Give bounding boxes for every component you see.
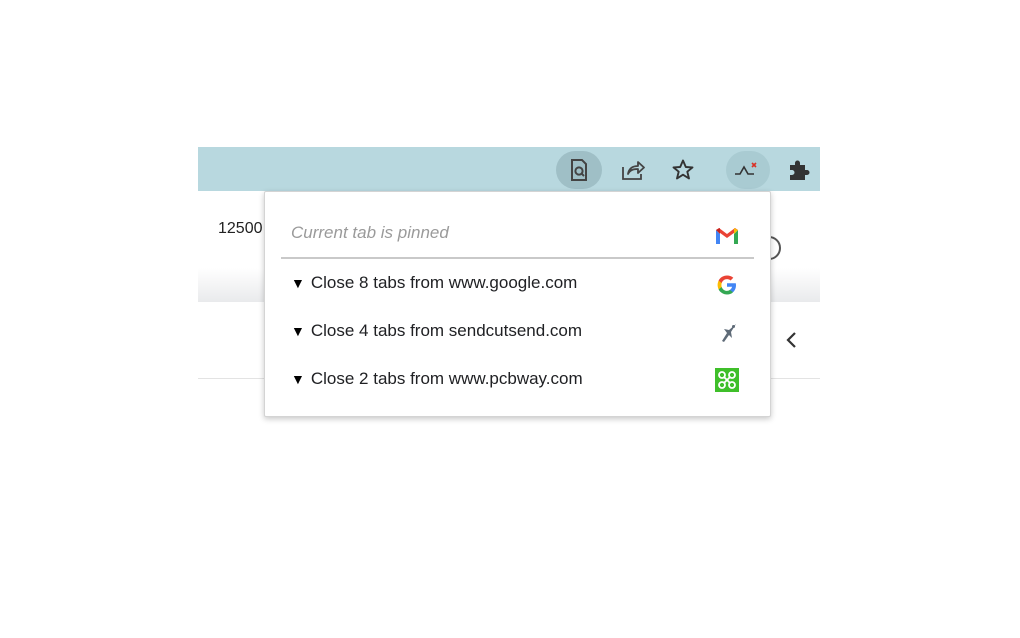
close-tabs-label: Close 2 tabs from www.pcbway.com: [310, 369, 583, 388]
popup-separator: [281, 257, 754, 259]
zoom-page-button[interactable]: [556, 151, 602, 189]
zoom-page-icon: [571, 159, 587, 181]
tab-extension-button[interactable]: [726, 151, 770, 189]
extensions-button[interactable]: [775, 151, 821, 189]
gmail-icon: [715, 224, 739, 248]
expand-triangle-icon: ▼: [291, 371, 305, 387]
puzzle-extensions-icon: [790, 160, 810, 180]
expand-triangle-icon: ▼: [291, 323, 305, 339]
chevron-left-icon[interactable]: [784, 330, 800, 355]
sendcutsend-icon: [715, 321, 739, 345]
close-tabs-label: Close 4 tabs from sendcutsend.com: [310, 321, 583, 340]
tab-extension-icon: [735, 162, 757, 175]
page-partial-text: 12500: [218, 220, 263, 237]
bookmark-button[interactable]: [660, 151, 706, 189]
share-button[interactable]: [610, 151, 656, 189]
close-tabs-item-google[interactable]: ▼ Close 8 tabs from www.google.com: [291, 273, 577, 293]
google-icon: [715, 273, 739, 297]
browser-toolbar: [198, 147, 820, 191]
bookmark-star-icon: [672, 159, 694, 180]
close-tabs-item-pcbway[interactable]: ▼ Close 2 tabs from www.pcbway.com: [291, 369, 583, 389]
pinned-tab-notice: Current tab is pinned: [291, 223, 449, 242]
tab-closer-popup: Current tab is pinned ▼ Close 8 tabs fro…: [264, 191, 771, 417]
close-tabs-item-sendcutsend[interactable]: ▼ Close 4 tabs from sendcutsend.com: [291, 321, 582, 341]
pcbway-icon: [715, 368, 739, 392]
close-tabs-label: Close 8 tabs from www.google.com: [310, 273, 578, 292]
share-icon: [622, 161, 645, 180]
expand-triangle-icon: ▼: [291, 275, 305, 291]
